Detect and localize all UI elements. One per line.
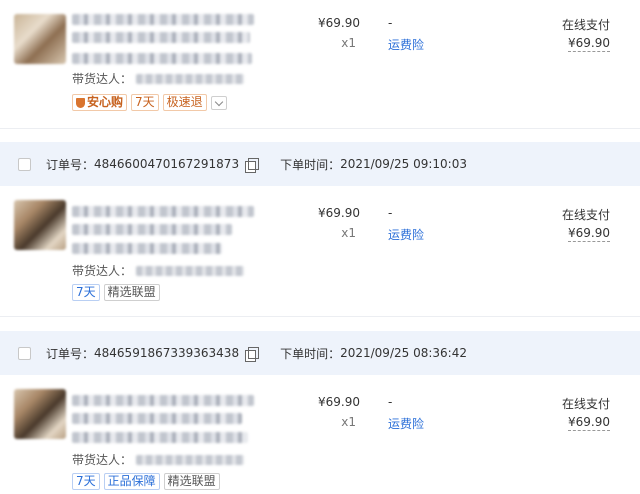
- talent-name-blurred: [136, 73, 245, 84]
- order-no: 4846600470167291873: [94, 157, 240, 171]
- product-spec-blurred: [72, 243, 222, 254]
- after-sale-status: -: [388, 206, 393, 220]
- payment-method: 在线支付: [561, 18, 610, 32]
- copy-icon[interactable]: [245, 157, 260, 173]
- freight-insurance-link[interactable]: 运费险: [388, 415, 424, 432]
- talent-label: 带货达人：: [72, 264, 133, 278]
- order-time-label: 下单时间：: [280, 157, 341, 172]
- product-thumbnail[interactable]: [14, 14, 66, 64]
- tag-selected-alliance: 精选联盟: [163, 473, 220, 490]
- copy-icon[interactable]: [245, 346, 260, 362]
- product-title-blurred[interactable]: [72, 224, 232, 235]
- talent-label: 带货达人：: [72, 72, 133, 86]
- product-title-blurred[interactable]: [72, 32, 250, 43]
- order-no-label: 订单号：: [46, 157, 95, 172]
- talent-label: 带货达人：: [72, 453, 133, 467]
- product-thumbnail[interactable]: [14, 200, 66, 250]
- order-meta: 订单号： 4846600470167291873 下单时间： 2021/09/2…: [46, 156, 467, 173]
- order-no-label: 订单号：: [46, 346, 95, 361]
- service-tags: 7天 精选联盟: [72, 284, 160, 301]
- divider: [0, 128, 640, 129]
- tag-fast-refund: 极速退: [162, 94, 207, 111]
- order-time: 2021/09/25 08:36:42: [340, 346, 467, 360]
- product-spec-blurred: [72, 53, 252, 64]
- payment-method: 在线支付: [561, 397, 610, 411]
- after-sale-status: -: [388, 16, 393, 30]
- payment-method: 在线支付: [561, 208, 610, 222]
- tag-7day: 7天: [131, 94, 159, 111]
- tag-selected-alliance: 精选联盟: [103, 284, 160, 301]
- order-header: 订单号： 4846600470167291873 下单时间： 2021/09/2…: [0, 142, 640, 186]
- service-tags: 7天 正品保障 精选联盟: [72, 473, 220, 490]
- talent-name-blurred: [136, 454, 245, 465]
- paid-amount[interactable]: ¥69.90: [568, 415, 610, 431]
- service-tags: 安心购 7天 极速退: [72, 94, 227, 111]
- product-spec-blurred: [72, 432, 248, 443]
- unit-price: ¥69.90: [318, 16, 360, 30]
- tag-genuine-guarantee: 正品保障: [103, 473, 160, 490]
- divider: [0, 316, 640, 317]
- shield-icon: [76, 97, 85, 108]
- talent-info: 带货达人：: [72, 70, 245, 87]
- chevron-down-icon[interactable]: [210, 95, 227, 110]
- talent-info: 带货达人：: [72, 262, 245, 279]
- tag-7day: 7天: [72, 284, 100, 301]
- order-time-label: 下单时间：: [280, 346, 341, 361]
- paid-amount[interactable]: ¥69.90: [568, 226, 610, 242]
- freight-insurance-link[interactable]: 运费险: [388, 36, 424, 53]
- product-title-blurred[interactable]: [72, 14, 254, 25]
- product-title-blurred[interactable]: [72, 206, 254, 217]
- quantity: x1: [341, 226, 356, 240]
- freight-insurance-link[interactable]: 运费险: [388, 226, 424, 243]
- product-title-blurred[interactable]: [72, 413, 242, 424]
- order-checkbox[interactable]: [18, 157, 31, 171]
- product-thumbnail[interactable]: [14, 389, 66, 439]
- paid-amount[interactable]: ¥69.90: [568, 36, 610, 52]
- after-sale-status: -: [388, 395, 393, 409]
- talent-name-blurred: [136, 265, 245, 276]
- order-no: 4846591867339363438: [94, 346, 240, 360]
- unit-price: ¥69.90: [318, 395, 360, 409]
- quantity: x1: [341, 36, 356, 50]
- product-title-blurred[interactable]: [72, 395, 254, 406]
- quantity: x1: [341, 415, 356, 429]
- order-time: 2021/09/25 09:10:03: [340, 157, 467, 171]
- tag-anxingou: 安心购: [72, 94, 128, 111]
- order-checkbox[interactable]: [18, 346, 31, 360]
- unit-price: ¥69.90: [318, 206, 360, 220]
- tag-7day: 7天: [72, 473, 100, 490]
- talent-info: 带货达人：: [72, 451, 245, 468]
- order-header: 订单号： 4846591867339363438 下单时间： 2021/09/2…: [0, 331, 640, 375]
- order-meta: 订单号： 4846591867339363438 下单时间： 2021/09/2…: [46, 345, 467, 362]
